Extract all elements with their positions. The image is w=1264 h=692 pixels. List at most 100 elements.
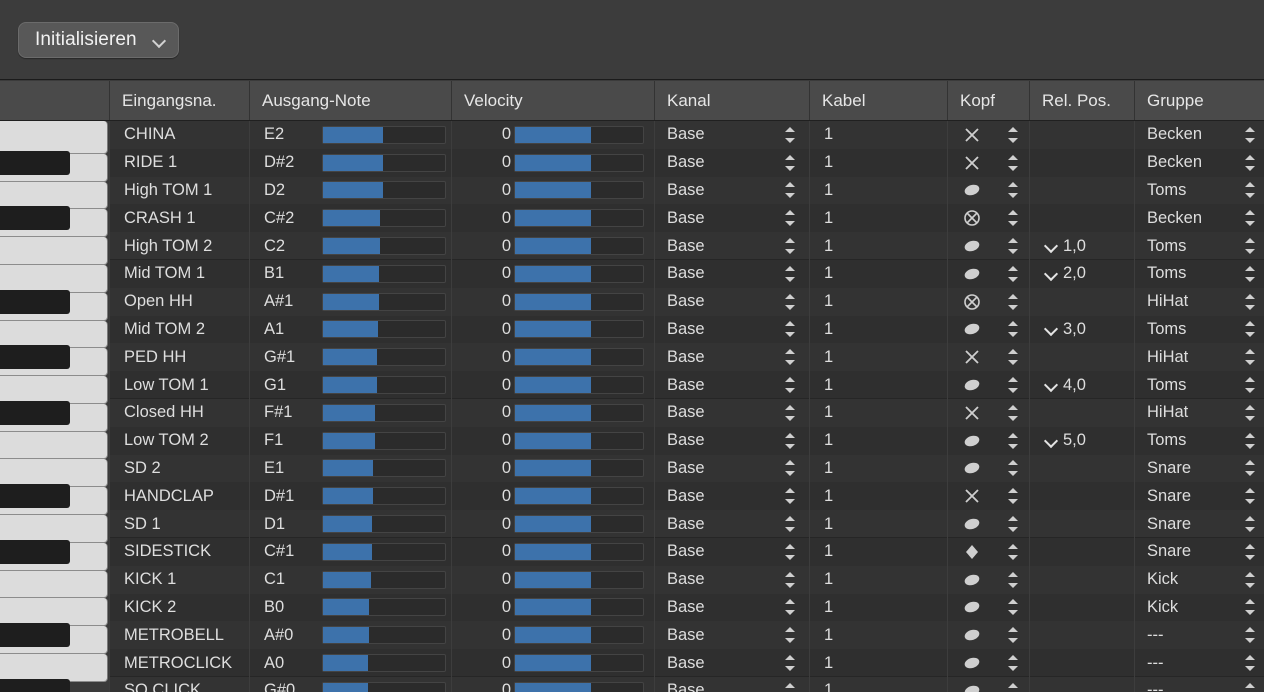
group-stepper-icon[interactable] [1244,125,1257,145]
column-header-group[interactable]: Gruppe [1135,81,1264,120]
cell-group[interactable]: HiHat [1135,399,1264,427]
cell-channel[interactable]: Base [655,259,810,288]
cell-velocity[interactable]: 0 [452,593,655,622]
cell-head[interactable] [948,565,1030,594]
channel-stepper-icon[interactable] [784,431,797,451]
chevron-down-icon[interactable] [1044,267,1058,281]
cell-output-note[interactable]: A0 [250,649,452,677]
cell-input-name[interactable]: High TOM 2 [110,232,250,260]
table-row[interactable]: CRASH 1 C#2 0 Base 1 Becken [0,204,1264,233]
table-row[interactable]: METROCLICK A0 0 Base 1 --- [0,649,1264,677]
velocity-slider[interactable] [514,459,644,478]
cell-output-note[interactable]: B1 [250,259,452,288]
table-row[interactable]: High TOM 2 C2 0 Base 1 1,0 Toms [0,232,1264,260]
cell-relative-position[interactable] [1030,121,1135,149]
head-stepper-icon[interactable] [1007,264,1020,284]
velocity-slider[interactable] [514,431,644,450]
group-stepper-icon[interactable] [1244,431,1257,451]
cell-input-name[interactable]: KICK 2 [110,593,250,622]
table-row[interactable]: Mid TOM 1 B1 0 Base 1 2,0 Toms [0,259,1264,288]
velocity-slider[interactable] [514,542,644,561]
cell-output-note[interactable]: C#2 [250,204,452,233]
cell-group[interactable]: Toms [1135,371,1264,399]
cell-output-note[interactable]: C2 [250,232,452,260]
velocity-slider[interactable] [514,264,644,283]
piano-white-key[interactable] [0,265,108,293]
table-row[interactable]: Low TOM 2 F1 0 Base 1 5,0 Toms [0,426,1264,455]
output-note-slider[interactable] [322,292,446,311]
group-stepper-icon[interactable] [1244,153,1257,173]
cell-cable[interactable]: 1 [810,510,948,538]
cell-velocity[interactable]: 0 [452,454,655,483]
cell-channel[interactable]: Base [655,148,810,177]
table-row[interactable]: Low TOM 1 G1 0 Base 1 4,0 Toms [0,371,1264,399]
head-stepper-icon[interactable] [1007,653,1020,673]
head-stepper-icon[interactable] [1007,431,1020,451]
head-stepper-icon[interactable] [1007,570,1020,590]
cell-channel[interactable]: Base [655,621,810,650]
cell-velocity[interactable]: 0 [452,371,655,399]
channel-stepper-icon[interactable] [784,125,797,145]
piano-black-key[interactable] [0,484,70,509]
cell-velocity[interactable]: 0 [452,676,655,692]
group-stepper-icon[interactable] [1244,347,1257,367]
cell-group[interactable]: --- [1135,677,1264,692]
cell-input-name[interactable]: CHINA [110,121,250,149]
cell-cable[interactable]: 1 [810,593,948,622]
cell-output-note[interactable]: D2 [250,176,452,205]
piano-black-key[interactable] [0,150,70,175]
channel-stepper-icon[interactable] [784,570,797,590]
cell-relative-position[interactable] [1030,649,1135,677]
piano-white-key[interactable] [0,376,108,404]
table-row[interactable]: Closed HH F#1 0 Base 1 HiHat [0,398,1264,427]
group-stepper-icon[interactable] [1244,681,1257,692]
cell-group[interactable]: Kick [1135,594,1264,622]
cell-channel[interactable]: Base [655,565,810,594]
channel-stepper-icon[interactable] [784,236,797,256]
cell-head[interactable] [948,676,1030,692]
piano-white-key[interactable] [0,321,108,348]
cell-velocity[interactable]: 0 [452,398,655,427]
cell-group[interactable]: Snare [1135,482,1264,510]
cell-input-name[interactable]: METROBELL [110,621,250,650]
output-note-slider[interactable] [322,431,446,450]
cell-cable[interactable]: 1 [810,232,948,260]
cell-output-note[interactable]: E1 [250,454,452,483]
cell-cable[interactable]: 1 [810,537,948,566]
piano-white-key[interactable] [0,121,108,154]
cell-cable[interactable]: 1 [810,426,948,455]
cell-velocity[interactable]: 0 [452,232,655,260]
velocity-slider[interactable] [514,376,644,395]
column-header-piano[interactable] [0,81,110,120]
group-stepper-icon[interactable] [1244,597,1257,617]
column-header-output[interactable]: Ausgang-Note [250,81,452,120]
cell-group[interactable]: Toms [1135,260,1264,288]
group-stepper-icon[interactable] [1244,375,1257,395]
cell-relative-position[interactable]: 2,0 [1030,259,1135,288]
output-note-slider[interactable] [322,515,446,534]
velocity-slider[interactable] [514,292,644,311]
cell-velocity[interactable]: 0 [452,565,655,594]
table-row[interactable]: Mid TOM 2 A1 0 Base 1 3,0 Toms [0,315,1264,344]
channel-stepper-icon[interactable] [784,597,797,617]
channel-stepper-icon[interactable] [784,514,797,534]
cell-channel[interactable]: Base [655,593,810,622]
cell-output-note[interactable]: F1 [250,426,452,455]
channel-stepper-icon[interactable] [784,264,797,284]
cell-cable[interactable]: 1 [810,176,948,205]
piano-black-key[interactable] [0,345,70,370]
channel-stepper-icon[interactable] [784,486,797,506]
cell-channel[interactable]: Base [655,676,810,692]
group-stepper-icon[interactable] [1244,403,1257,423]
cell-input-name[interactable]: PED HH [110,343,250,372]
piano-white-key[interactable] [0,182,108,209]
piano-white-key[interactable] [0,571,108,598]
cell-velocity[interactable]: 0 [452,621,655,650]
output-note-slider[interactable] [322,598,446,617]
cell-input-name[interactable]: SD 2 [110,454,250,483]
cell-velocity[interactable]: 0 [452,482,655,511]
channel-stepper-icon[interactable] [784,375,797,395]
cell-group[interactable]: Snare [1135,538,1264,566]
cell-output-note[interactable]: D#2 [250,148,452,177]
group-stepper-icon[interactable] [1244,319,1257,339]
